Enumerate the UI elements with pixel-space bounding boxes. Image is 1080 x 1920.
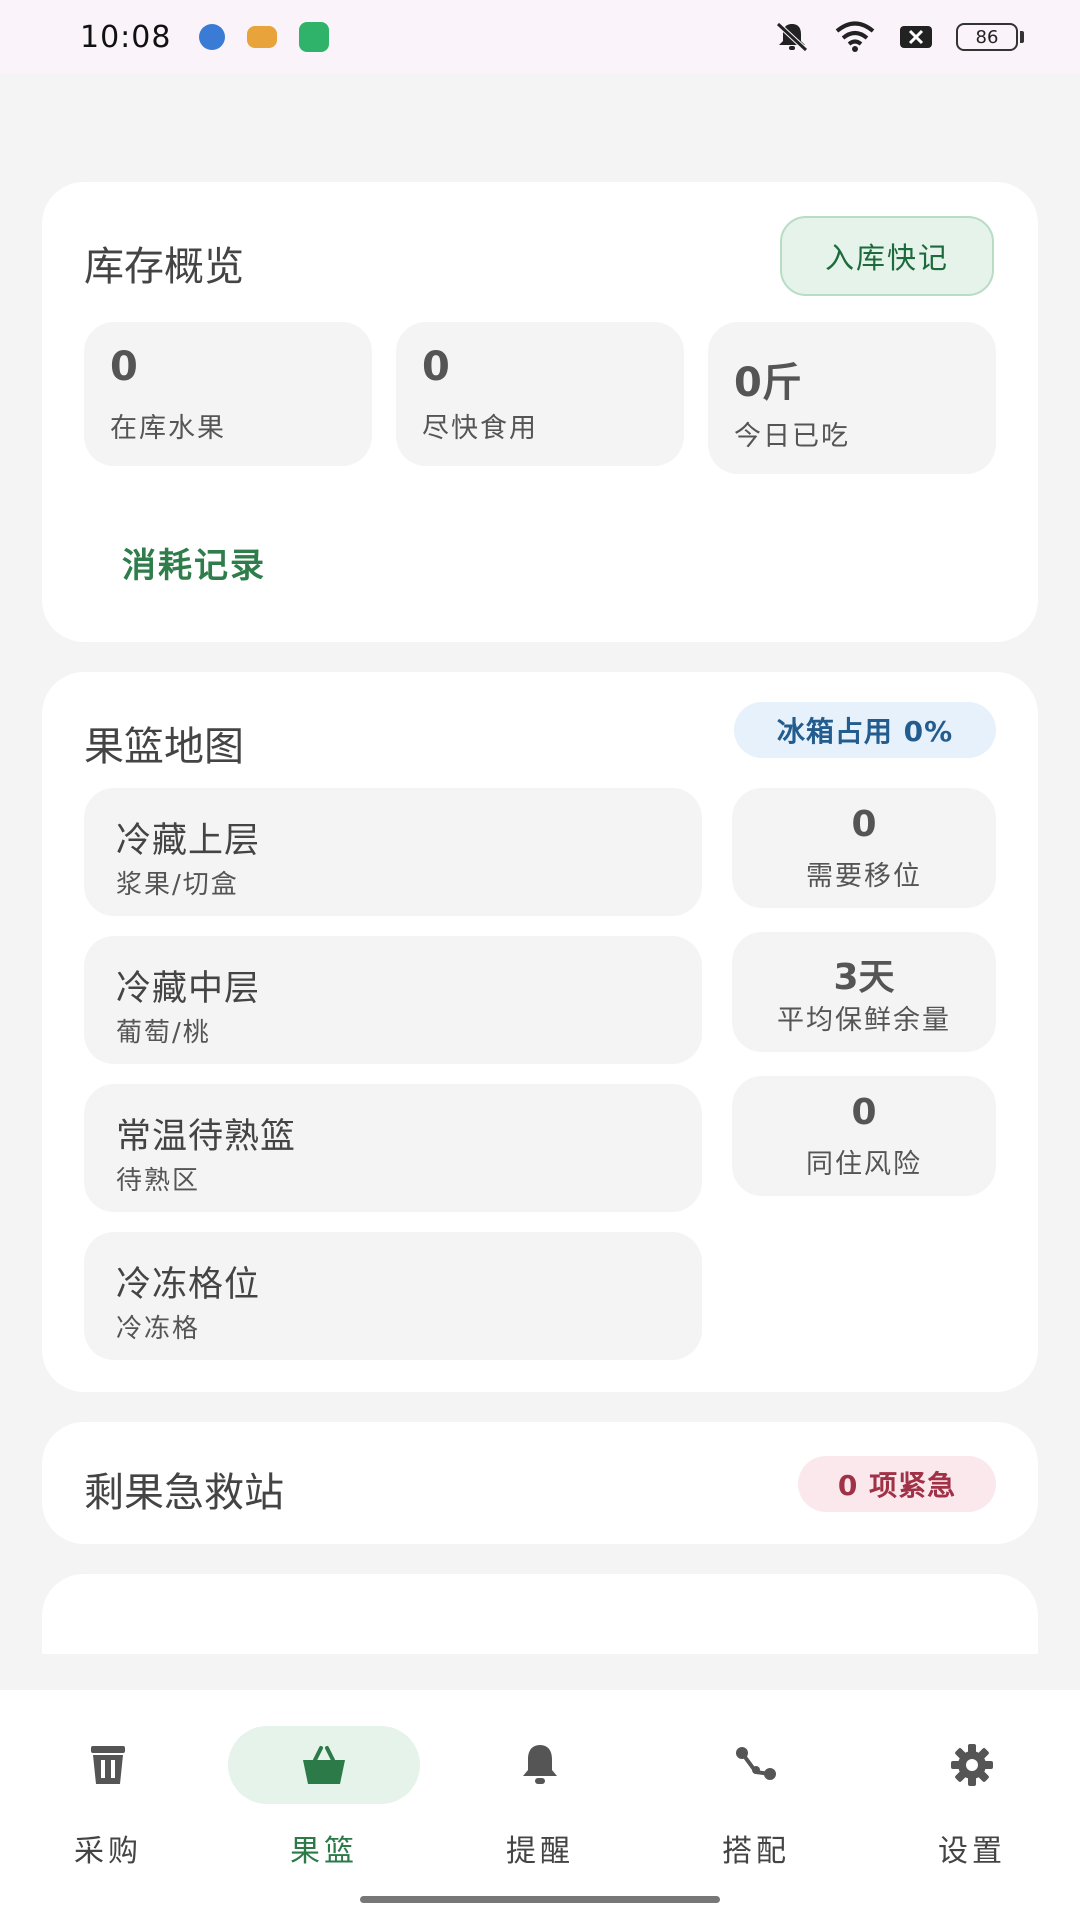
sim-off-icon xyxy=(900,26,932,48)
stat-value: 0 xyxy=(110,344,138,390)
stat-eat-soon[interactable]: 0 尽快食用 xyxy=(396,322,684,466)
zone-sub: 冷冻格 xyxy=(116,1314,201,1344)
basket-map-title: 果篮地图 xyxy=(84,724,244,770)
mute-icon xyxy=(776,22,808,52)
zone-name: 冷冻格位 xyxy=(116,1265,261,1305)
nav-label: 提醒 xyxy=(506,1834,574,1869)
metric-label: 需要移位 xyxy=(806,861,922,892)
stat-label: 尽快食用 xyxy=(422,413,538,444)
bottom-navigation: 采购 果篮 提醒 搭配 设置 xyxy=(0,1690,1080,1920)
metric-value: 0 xyxy=(851,804,877,845)
nav-tab-purchase[interactable]: 采购 xyxy=(0,1726,216,1869)
consumption-log-link[interactable]: 消耗记录 xyxy=(122,538,266,587)
inventory-title: 库存概览 xyxy=(84,244,244,290)
health-notification-icon xyxy=(299,22,330,52)
app-notification-icon xyxy=(199,24,226,50)
stat-value: 0斤 xyxy=(734,360,802,406)
nav-tab-settings[interactable]: 设置 xyxy=(864,1726,1080,1869)
metric-value: 0 xyxy=(851,1092,877,1133)
zone-name: 冷藏中层 xyxy=(116,969,261,1009)
stat-label: 今日已吃 xyxy=(734,421,850,452)
rescue-station-card[interactable]: 剩果急救站 0 项紧急 xyxy=(42,1422,1038,1544)
bell-icon xyxy=(523,1745,557,1784)
zone-fridge-middle[interactable]: 冷藏中层 葡萄/桃 xyxy=(84,936,702,1064)
wallet-notification-icon xyxy=(247,26,278,48)
nav-label: 搭配 xyxy=(722,1834,790,1869)
battery-icon: 86 xyxy=(956,23,1024,51)
next-card xyxy=(42,1574,1038,1654)
stat-eaten-today[interactable]: 0斤 今日已吃 xyxy=(708,322,996,474)
home-indicator[interactable] xyxy=(360,1896,720,1903)
connect-icon xyxy=(736,1747,776,1780)
gear-icon xyxy=(951,1744,993,1786)
trash-bin-icon xyxy=(91,1746,125,1784)
zone-ripening-basket[interactable]: 常温待熟篮 待熟区 xyxy=(84,1084,702,1212)
stat-label: 在库水果 xyxy=(110,413,226,444)
stat-in-stock[interactable]: 0 在库水果 xyxy=(84,322,372,466)
nav-tab-reminder[interactable]: 提醒 xyxy=(432,1726,648,1869)
nav-label: 采购 xyxy=(74,1834,142,1869)
nav-tab-basket[interactable]: 果篮 xyxy=(216,1726,432,1869)
zone-sub: 浆果/切盒 xyxy=(116,870,239,900)
fridge-usage-badge: 冰箱占用 0% xyxy=(734,702,996,758)
metric-value: 3天 xyxy=(833,957,895,998)
content-scroll-area[interactable]: 库存概览 入库快记 0 在库水果 0 尽快食用 0斤 今日已吃 消耗记录 果篮地… xyxy=(0,74,1080,1654)
basket-map-card: 果篮地图 冰箱占用 0% 冷藏上层 浆果/切盒 冷藏中层 葡萄/桃 常温待熟篮 … xyxy=(42,672,1038,1392)
battery-level: 86 xyxy=(956,23,1018,51)
metric-need-move: 0 需要移位 xyxy=(732,788,996,908)
status-app-icons xyxy=(199,22,330,52)
status-time: 10:08 xyxy=(80,19,172,55)
zone-name: 冷藏上层 xyxy=(116,821,261,861)
zone-freezer[interactable]: 冷冻格位 冷冻格 xyxy=(84,1232,702,1360)
urgent-count-badge: 0 项紧急 xyxy=(798,1456,996,1512)
wifi-icon xyxy=(835,21,875,52)
zone-sub: 葡萄/桃 xyxy=(116,1018,211,1048)
metric-avg-freshness: 3天 平均保鲜余量 xyxy=(732,932,996,1052)
zone-fridge-top[interactable]: 冷藏上层 浆果/切盒 xyxy=(84,788,702,916)
status-bar: 10:08 86 xyxy=(0,0,1080,74)
nav-label: 设置 xyxy=(938,1834,1006,1869)
quick-entry-button[interactable]: 入库快记 xyxy=(780,216,994,296)
stat-value: 0 xyxy=(422,344,450,390)
rescue-title: 剩果急救站 xyxy=(84,1470,284,1516)
nav-label: 果篮 xyxy=(290,1834,358,1869)
basket-icon xyxy=(303,1746,345,1784)
metric-label: 平均保鲜余量 xyxy=(777,1005,951,1036)
metric-cohabit-risk: 0 同住风险 xyxy=(732,1076,996,1196)
metric-label: 同住风险 xyxy=(806,1149,922,1180)
nav-tab-pairing[interactable]: 搭配 xyxy=(648,1726,864,1869)
zone-name: 常温待熟篮 xyxy=(116,1117,297,1157)
inventory-overview-card: 库存概览 入库快记 0 在库水果 0 尽快食用 0斤 今日已吃 消耗记录 xyxy=(42,182,1038,642)
zone-sub: 待熟区 xyxy=(116,1166,201,1196)
